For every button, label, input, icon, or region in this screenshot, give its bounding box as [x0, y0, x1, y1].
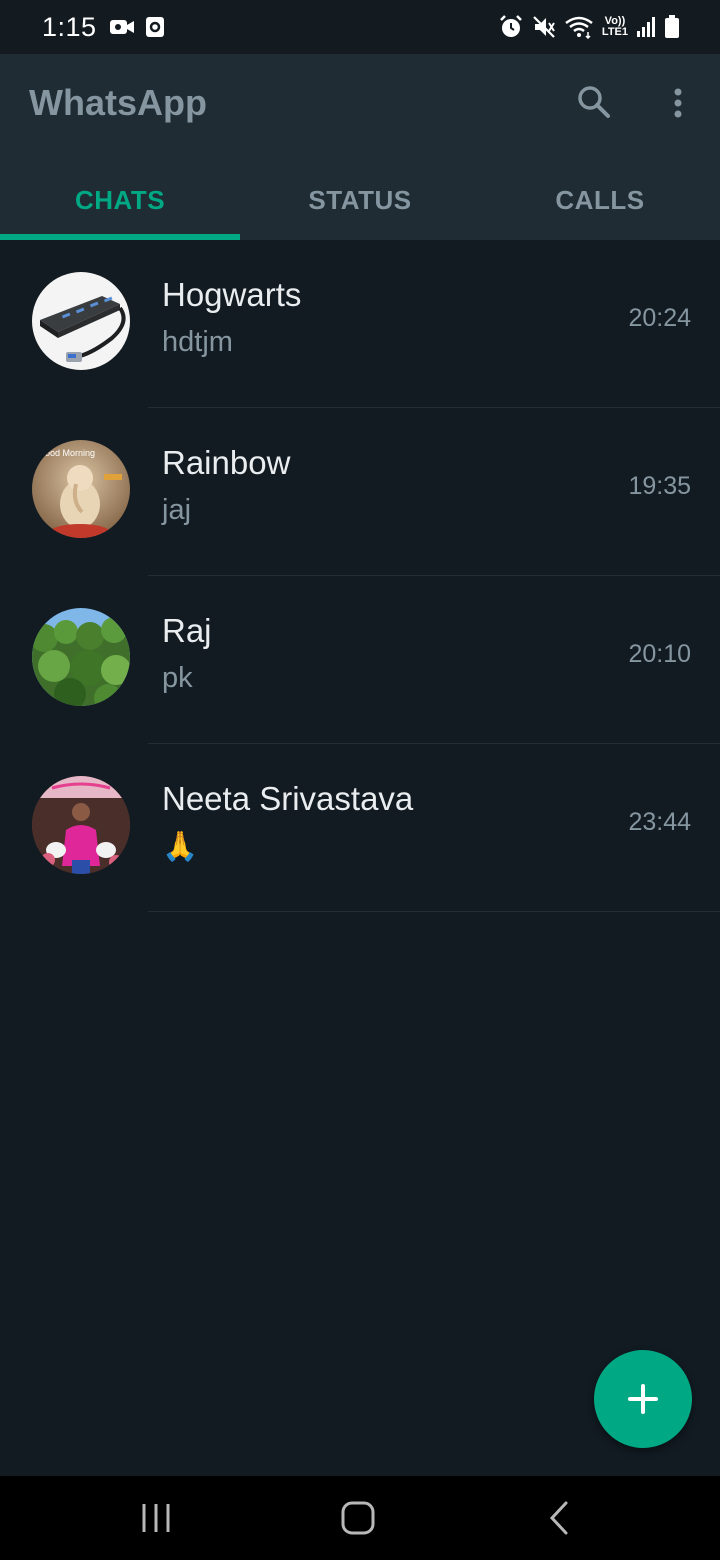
signal-icon	[636, 16, 656, 38]
status-time: 1:15	[42, 11, 97, 42]
chat-row-hogwarts[interactable]: Hogwarts hdtjm 20:24	[0, 240, 720, 408]
wifi-icon	[564, 15, 594, 39]
video-camera-icon	[109, 17, 135, 37]
alarm-icon	[498, 14, 524, 40]
tab-status-label: STATUS	[308, 184, 412, 215]
recent-apps-icon	[142, 1504, 170, 1532]
search-icon	[578, 86, 610, 118]
tab-bar: CHATS STATUS CALLS	[0, 160, 720, 240]
mute-icon	[532, 15, 556, 39]
chat-time: 23:44	[628, 808, 691, 836]
more-options-button[interactable]	[664, 84, 692, 124]
home-icon	[341, 1501, 375, 1535]
avatar-green-trees-photo[interactable]	[32, 608, 130, 706]
chat-name: Neeta Srivastava	[162, 780, 414, 817]
divider	[148, 911, 720, 912]
status-bar: 1:15 Vo)) LTE1	[0, 0, 720, 54]
more-vertical-icon	[674, 88, 682, 118]
chat-preview: hdtjm	[162, 326, 233, 358]
back-button[interactable]	[540, 1498, 580, 1538]
chat-name: Rainbow	[162, 444, 291, 481]
recent-apps-button[interactable]	[136, 1498, 176, 1538]
whatsapp-screen: 1:15 Vo)) LTE1 WhatsApp CHATS STATUS CAL…	[0, 0, 720, 1560]
tab-status[interactable]: STATUS	[240, 160, 480, 240]
app-title: WhatsApp	[29, 82, 207, 123]
chat-row-rainbow[interactable]: Good Morning Rainbow jaj 19:35	[0, 408, 720, 576]
volte-text-bottom: LTE1	[601, 26, 628, 38]
tab-chats-label: CHATS	[74, 184, 166, 215]
status-left-icons	[109, 16, 165, 38]
chat-preview: pk	[162, 662, 193, 694]
plus-icon	[628, 1384, 658, 1414]
home-button[interactable]	[338, 1498, 378, 1538]
avatar-usb-hub-photo[interactable]	[32, 272, 130, 370]
battery-icon	[664, 15, 680, 39]
tab-calls[interactable]: CALLS	[480, 160, 720, 240]
app-bar: WhatsApp CHATS STATUS CALLS	[0, 54, 720, 240]
tab-chats[interactable]: CHATS	[0, 160, 240, 240]
chat-name: Raj	[162, 612, 212, 649]
avatar-ganesha-good-morning-photo[interactable]: Good Morning	[32, 440, 130, 538]
chat-time: 20:10	[628, 640, 691, 668]
chat-preview: jaj	[162, 494, 192, 526]
chat-time: 19:35	[628, 472, 691, 500]
volte-icon: Vo)) LTE1	[602, 16, 628, 38]
status-right-icons: Vo)) LTE1	[498, 14, 680, 40]
chat-row-raj[interactable]: Raj pk 20:10	[0, 576, 720, 744]
back-icon	[549, 1501, 568, 1535]
avatar-woman-with-cake-photo[interactable]	[32, 776, 130, 874]
chat-preview: 🙏	[162, 831, 199, 863]
chat-name: Hogwarts	[162, 276, 302, 313]
chat-list: Hogwarts hdtjm 20:24 Good Morning Rainbo…	[0, 240, 720, 912]
new-chat-button[interactable]	[594, 1350, 692, 1448]
chat-time: 20:24	[628, 304, 691, 332]
chat-row-neeta-srivastava[interactable]: Neeta Srivastava 🙏 23:44	[0, 744, 720, 912]
avatar-caption: Good Morning	[38, 448, 95, 458]
tab-calls-label: CALLS	[555, 184, 645, 215]
screenshot-icon	[145, 16, 165, 38]
search-button[interactable]	[574, 82, 614, 122]
system-navigation-bar	[0, 1476, 720, 1560]
